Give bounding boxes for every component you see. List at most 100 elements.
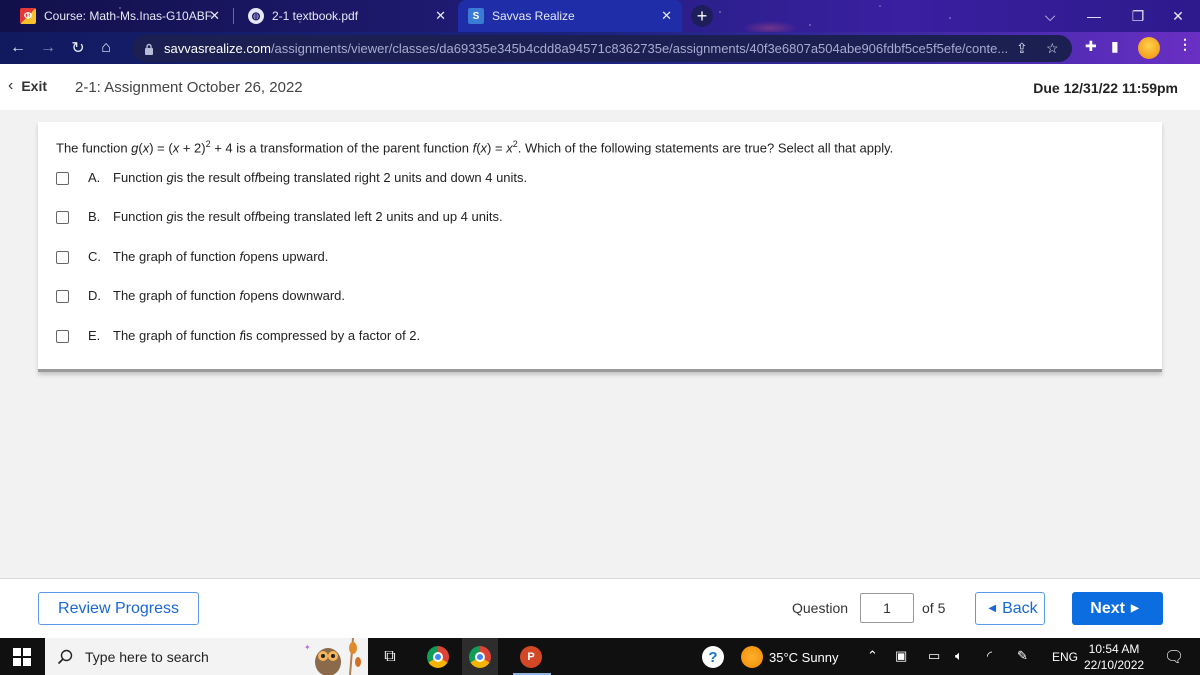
close-window-button[interactable]: ✕ xyxy=(1156,0,1200,32)
powerpoint-icon[interactable]: P xyxy=(520,646,542,668)
restore-button[interactable]: ❐ xyxy=(1116,0,1160,32)
stem-text: + 4 is a transformation of the parent fu… xyxy=(210,140,473,156)
review-progress-button[interactable]: Review Progress xyxy=(38,592,199,625)
assignment-header: ‹ Exit 2-1: Assignment October 26, 2022 … xyxy=(0,64,1200,110)
task-view-icon[interactable]: ⧉ xyxy=(379,646,401,668)
question-navigation-bar: Review Progress Question 1 of 5 ◀ Back N… xyxy=(0,578,1200,638)
question-stem: The function g(x) = (x + 2)2 + 4 is a tr… xyxy=(56,139,893,155)
wifi-icon[interactable]: ◜ xyxy=(987,648,992,664)
close-tab-icon[interactable]: ✕ xyxy=(661,8,672,24)
windows-start-icon[interactable] xyxy=(13,648,31,666)
url-host: savvasrealize.com xyxy=(164,41,271,56)
back-button[interactable]: ◀ Back xyxy=(975,592,1045,625)
tab-savvas-realize[interactable]: S Savvas Realize ✕ xyxy=(458,0,682,32)
option-letter: B. xyxy=(88,208,101,224)
option-text: The graph of function xyxy=(113,248,236,264)
notifications-icon[interactable]: 🗨︎ xyxy=(1164,647,1184,667)
system-clock[interactable]: 10:54 AM 22/10/2022 xyxy=(1084,641,1144,673)
browser-menu-icon[interactable]: ⋮ xyxy=(1178,36,1192,53)
battery-icon[interactable]: ▭ xyxy=(928,648,940,664)
clock-time: 10:54 AM xyxy=(1088,642,1140,656)
assignment-title: 2-1: Assignment October 26, 2022 xyxy=(75,79,303,96)
back-arrow-icon[interactable]: ← xyxy=(8,38,28,58)
answer-option-a[interactable]: A. Function g is the result of f being t… xyxy=(56,167,527,187)
caret-left-icon: ◀ xyxy=(988,603,997,614)
back-label: Back xyxy=(1002,599,1038,617)
option-text: The graph of function xyxy=(113,287,236,303)
exit-label: Exit xyxy=(21,78,48,94)
option-var: g xyxy=(166,169,174,185)
owl-illustration-icon: ✦ xyxy=(298,637,368,675)
answer-option-b[interactable]: B. Function g is the result of f being t… xyxy=(56,206,503,226)
clock-date: 22/10/2022 xyxy=(1084,658,1145,672)
close-tab-icon[interactable]: ✕ xyxy=(435,8,446,24)
option-letter: A. xyxy=(88,169,101,185)
question-label: Question xyxy=(792,600,849,616)
close-tab-icon[interactable]: ✕ xyxy=(209,8,220,24)
answer-option-e[interactable]: E. The graph of function f is compressed… xyxy=(56,325,420,345)
side-panel-icon[interactable]: ▮ xyxy=(1111,38,1119,55)
stem-text: + 2) xyxy=(179,140,206,156)
option-var: g xyxy=(166,208,174,224)
profile-avatar[interactable] xyxy=(1138,37,1160,59)
tab-textbook-pdf[interactable]: ◍ 2-1 textbook.pdf ✕ xyxy=(238,0,456,32)
tab-search-dropdown-icon[interactable]: ⌵ xyxy=(1028,0,1072,32)
taskbar-search-box[interactable]: Type here to search ✦ xyxy=(45,637,368,675)
checkbox[interactable] xyxy=(56,290,69,303)
weather-sun-icon[interactable] xyxy=(741,646,763,668)
checkbox[interactable] xyxy=(56,211,69,224)
tab-title: Course: Math-Ms.Inas-G10ABF xyxy=(44,9,213,23)
taskbar-active-app[interactable] xyxy=(462,638,498,675)
savvas-favicon-icon: S xyxy=(468,8,484,24)
lock-icon xyxy=(144,43,154,55)
browser-toolbar: ← → ↻ ⌂ savvasrealize.com /assignments/v… xyxy=(0,32,1200,64)
option-text: is the result of xyxy=(173,208,255,224)
caret-right-icon: ▶ xyxy=(1130,603,1139,614)
minimize-button[interactable]: — xyxy=(1072,0,1116,32)
show-hidden-icons[interactable]: ⌃ xyxy=(867,648,878,664)
checkbox[interactable] xyxy=(56,172,69,185)
language-indicator[interactable]: ENG xyxy=(1052,650,1078,664)
option-text: being translated right 2 units and down … xyxy=(258,169,528,185)
windows-taskbar: Type here to search ✦ ⧉ P ? 35°C Sunny ⌃… xyxy=(0,637,1200,675)
option-letter: C. xyxy=(88,248,101,264)
due-date: Due 12/31/22 11:59pm xyxy=(1033,80,1178,96)
chrome-profile-icon xyxy=(469,646,491,668)
next-button[interactable]: Next ▶ xyxy=(1072,592,1163,625)
volume-icon[interactable]: 🔈︎ xyxy=(955,648,963,664)
checkbox[interactable] xyxy=(56,330,69,343)
tab-title: 2-1 textbook.pdf xyxy=(272,9,359,23)
globe-icon: ◍ xyxy=(248,8,264,24)
answer-option-c[interactable]: C. The graph of function f opens upward. xyxy=(56,246,328,266)
help-icon[interactable]: ? xyxy=(702,646,724,668)
tab-separator xyxy=(233,8,234,24)
pen-icon[interactable]: ✎ xyxy=(1017,648,1028,664)
question-number-input[interactable]: 1 xyxy=(860,593,914,623)
bookmark-star-icon[interactable]: ☆ xyxy=(1046,40,1059,57)
answer-option-d[interactable]: D. The graph of function f opens downwar… xyxy=(56,285,345,305)
option-text: Function xyxy=(113,169,163,185)
reload-icon[interactable]: ↻ xyxy=(68,38,88,58)
tab-title: Savvas Realize xyxy=(492,9,575,23)
stem-text: ) = xyxy=(487,140,507,156)
question-total: of 5 xyxy=(922,600,946,616)
checkbox[interactable] xyxy=(56,251,69,264)
new-tab-button[interactable]: + xyxy=(691,5,713,27)
stem-text: The function xyxy=(56,140,132,156)
option-text: opens downward. xyxy=(243,287,346,303)
share-icon[interactable]: ⇪ xyxy=(1016,40,1028,57)
chrome-icon[interactable] xyxy=(427,646,449,668)
meet-now-icon[interactable]: ▣ xyxy=(895,648,907,664)
option-text: is compressed by a factor of 2. xyxy=(243,327,421,343)
extensions-puzzle-icon[interactable]: ✚ xyxy=(1085,38,1097,55)
address-bar[interactable]: savvasrealize.com /assignments/viewer/cl… xyxy=(132,35,1072,62)
url-path: /assignments/viewer/classes/da69335e345b… xyxy=(270,41,1009,56)
tab-course-math[interactable]: Φ Course: Math-Ms.Inas-G10ABF ✕ xyxy=(10,0,230,32)
weather-text[interactable]: 35°C Sunny xyxy=(769,650,839,665)
moodle-favicon-icon: Φ xyxy=(20,8,36,24)
option-text: The graph of function xyxy=(113,327,236,343)
forward-arrow-icon[interactable]: → xyxy=(38,38,58,58)
home-icon[interactable]: ⌂ xyxy=(96,38,116,58)
exit-link[interactable]: ‹ Exit xyxy=(8,77,47,95)
option-letter: E. xyxy=(88,327,101,343)
